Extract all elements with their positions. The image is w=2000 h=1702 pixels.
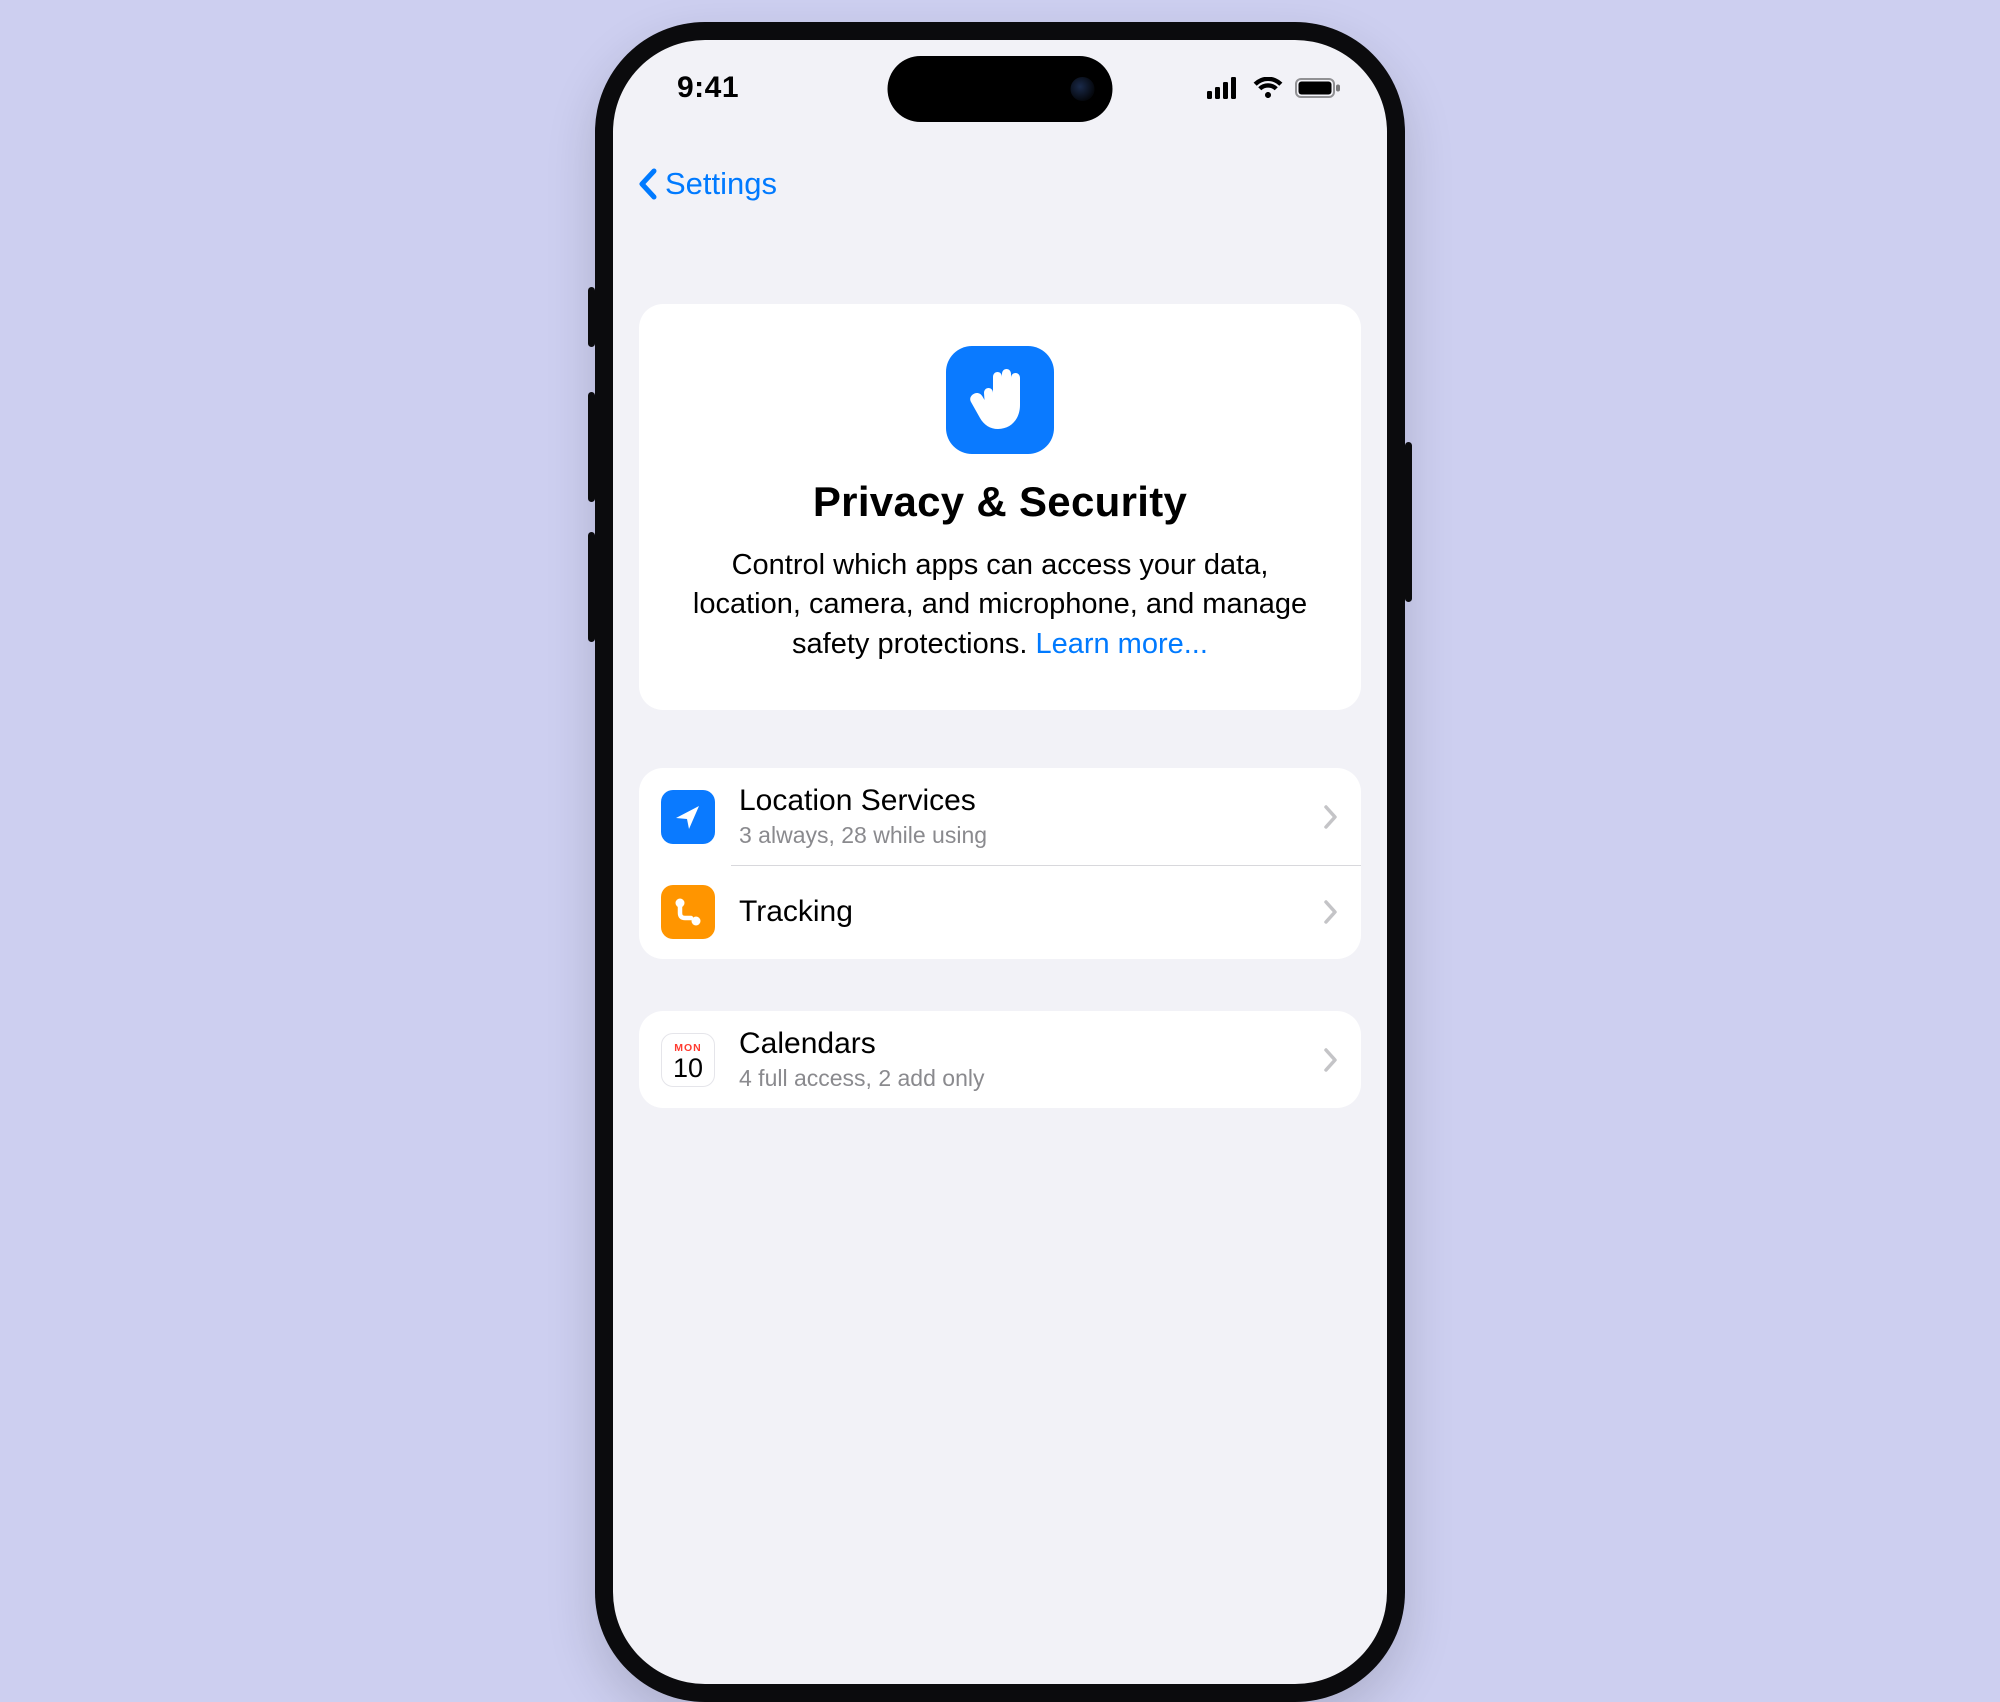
content-scroll[interactable]: Privacy & Security Control which apps ca… — [613, 226, 1387, 1684]
dynamic-island — [888, 56, 1113, 122]
row-location-services[interactable]: Location Services 3 always, 28 while usi… — [639, 768, 1361, 865]
settings-group: Location Services 3 always, 28 while usi… — [639, 768, 1361, 959]
row-calendars[interactable]: MON 10 Calendars 4 full access, 2 add on… — [639, 1011, 1361, 1108]
side-button — [588, 392, 595, 502]
page-description-text: Control which apps can access your data,… — [693, 549, 1307, 660]
chevron-right-icon — [1323, 1047, 1339, 1073]
phone-frame: 9:41 — [595, 22, 1405, 1702]
row-subtitle: 4 full access, 2 add only — [739, 1065, 1323, 1092]
status-icons — [1207, 77, 1341, 99]
location-arrow-icon — [661, 790, 715, 844]
header-card: Privacy & Security Control which apps ca… — [639, 304, 1361, 710]
stage: 9:41 — [0, 0, 2000, 1125]
page-description: Control which apps can access your data,… — [675, 546, 1325, 664]
nav-bar: Settings — [613, 152, 1387, 216]
phone-screen: 9:41 — [613, 40, 1387, 1684]
side-button — [588, 532, 595, 642]
row-text: Tracking — [739, 895, 1323, 929]
chevron-right-icon — [1323, 804, 1339, 830]
wifi-icon — [1253, 77, 1283, 99]
row-text: Location Services 3 always, 28 while usi… — [739, 784, 1323, 849]
learn-more-link[interactable]: Learn more... — [1035, 628, 1207, 660]
row-tracking[interactable]: Tracking — [639, 865, 1361, 959]
status-time: 9:41 — [677, 71, 739, 105]
battery-icon — [1295, 77, 1341, 99]
row-title: Calendars — [739, 1027, 1323, 1061]
row-title: Location Services — [739, 784, 1323, 818]
calendar-icon-num: 10 — [673, 1055, 703, 1082]
row-subtitle: 3 always, 28 while using — [739, 822, 1323, 849]
hand-icon — [946, 346, 1054, 454]
calendar-icon: MON 10 — [661, 1033, 715, 1087]
cellular-icon — [1207, 77, 1241, 99]
tracking-icon — [661, 885, 715, 939]
chevron-left-icon — [637, 167, 659, 201]
side-button — [588, 287, 595, 347]
back-button[interactable]: Settings — [631, 162, 783, 206]
page-title: Privacy & Security — [675, 478, 1325, 526]
calendar-icon-day: MON — [674, 1038, 702, 1054]
row-title: Tracking — [739, 895, 1323, 929]
settings-group: MON 10 Calendars 4 full access, 2 add on… — [639, 1011, 1361, 1108]
back-label: Settings — [665, 166, 777, 202]
chevron-right-icon — [1323, 899, 1339, 925]
row-text: Calendars 4 full access, 2 add only — [739, 1027, 1323, 1092]
camera-dot — [1071, 77, 1095, 101]
side-button — [1405, 442, 1412, 602]
